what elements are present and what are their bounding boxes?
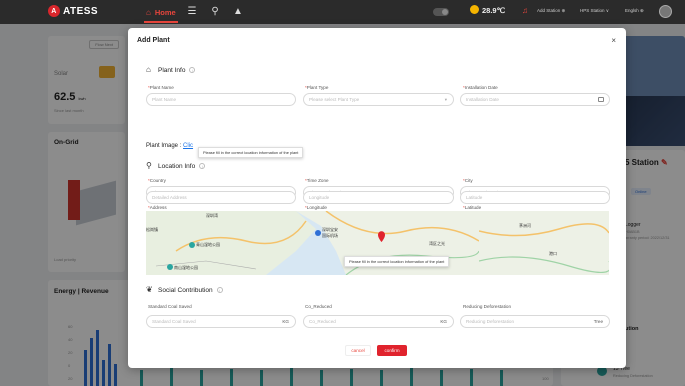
plant-info-section-title: ⌂ Plant Info i [146,65,196,74]
info-icon[interactable]: i [199,163,206,169]
hand-leaf-icon: ❦ [146,285,153,294]
home-icon: ⌂ [146,7,151,17]
plant-icon: ⌂ [146,65,151,74]
co2-unit: KG [440,319,447,324]
plant-image-row: Plant Image : Clic [146,143,193,149]
language-selector[interactable]: Englsh ⊕ [625,8,644,14]
add-station-link[interactable]: Add Station ⊕ [537,8,565,14]
country-label: *Country [148,178,166,183]
latitude-input[interactable]: Latitude [460,191,610,204]
weather-temperature: 28.9℃ [482,6,506,15]
location-icon[interactable]: ⚲ [209,6,221,18]
location-map[interactable]: 青山湿地公园 深圳湾 南山湿地公园 深圳宝安 国际机场 松岗镇 湾区之光 Ple… [146,211,479,275]
coal-input[interactable]: Standard Coal Saved KG [146,315,296,328]
address-input[interactable]: Detailed Address [146,191,296,204]
map-location-tooltip: Please fill in the correct location info… [344,256,450,267]
plant-type-select[interactable]: Please select Plant Type ▾ [303,93,454,106]
location-map-east[interactable]: 茅洲河 港口 [479,211,609,275]
plant-name-label: *Plant Name [148,85,174,90]
devices-icon[interactable]: ☰ [186,6,198,18]
cancel-button[interactable]: cancel [345,345,371,356]
location-info-title: Location Info [158,162,196,170]
map-label: 湾区之光 [429,241,445,246]
social-title: Social Contribution [158,286,213,294]
close-icon[interactable]: × [611,36,616,45]
map-label: 国际机场 [322,233,338,238]
logo-icon: A [48,5,60,17]
weather-sun-icon [470,5,479,14]
info-icon[interactable]: i [216,287,223,293]
install-date-label: *Installation Date [463,85,498,90]
install-date-picker[interactable]: Installation Date [460,93,610,106]
plant-image-upload-link[interactable]: Clic [183,143,193,149]
brand-logo[interactable]: A ATESS [48,5,98,17]
theme-toggle[interactable] [433,8,449,16]
co2-label: Co_Reduced [305,304,332,309]
confirm-button[interactable]: confirm [377,345,407,356]
map-label: 港口 [549,251,557,256]
longitude-label: *Longitude [305,205,327,210]
map-label: 南山湿地公园 [174,265,198,270]
deforestation-input[interactable]: Reducing Deforestation Tree [460,315,610,328]
calendar-icon [598,97,604,102]
user-avatar[interactable] [659,5,672,18]
location-pin-icon: ⚲ [146,161,152,170]
timezone-label: *Time Zone [305,178,329,183]
top-navigation-bar: A ATESS ⌂ Home ☰ ⚲ ▲ 28.9℃ ♫ Add Station… [0,0,685,24]
info-icon[interactable]: i [189,67,196,73]
notification-icon[interactable]: ♫ [522,6,528,15]
location-hint-tooltip: Please fill in the correct location info… [198,147,304,158]
plant-type-label: *Plant Type [305,85,329,90]
station-selector[interactable]: HPS Station ∨ [580,8,609,14]
alarm-icon[interactable]: ▲ [232,6,244,18]
map-label: 深圳湾 [206,213,218,218]
deforestation-unit: Tree [593,319,603,324]
modal-title: Add Plant [137,37,170,44]
co2-input[interactable]: Co_Reduced KG [303,315,454,328]
latitude-label: *Latitude [463,205,482,210]
nav-home-label: Home [154,7,176,17]
longitude-input[interactable]: Longitude [303,191,454,204]
social-section-title: ❦ Social Contribution i [146,286,223,294]
map-label: 茅洲河 [519,223,531,228]
plant-info-title: Plant Info [158,66,186,74]
brand-name: ATESS [63,5,99,17]
address-label: *Address [148,205,167,210]
map-label: 青山湿地公园 [196,242,220,247]
map-label: 松岗镇 [146,227,158,232]
deforestation-label: Reducing Deforestation [463,304,512,309]
location-info-section-title: ⚲ Location Info i [146,161,206,170]
city-label: *City [463,178,473,183]
chevron-down-icon: ▾ [444,96,447,102]
plant-image-label: Plant Image : [146,143,182,149]
coal-label: Standard Coal Saved [148,304,192,309]
coal-unit: KG [282,319,289,324]
plant-name-input[interactable]: Plant Name [146,93,296,106]
nav-home[interactable]: ⌂ Home [138,0,184,24]
